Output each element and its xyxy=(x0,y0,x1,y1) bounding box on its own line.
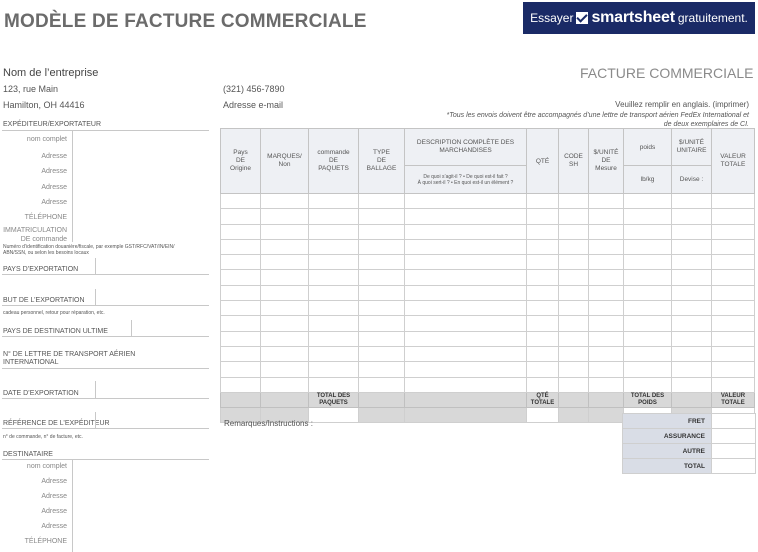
page-title: MODÈLE DE FACTURE COMMERCIALE xyxy=(4,11,367,32)
total-packages-label: TOTAL DES PAQUETS xyxy=(308,391,359,409)
fill-note: Veuillez remplir en anglais. (imprimer) xyxy=(615,100,749,109)
recipient-address-label: Adresse xyxy=(41,508,67,515)
table-row[interactable] xyxy=(220,361,755,378)
total-packages-value[interactable] xyxy=(308,407,359,424)
col-weight-header: poids xyxy=(623,128,672,166)
exporter-address-label: Adresse xyxy=(41,168,67,175)
other-label: AUTRE xyxy=(622,443,712,459)
table-row[interactable] xyxy=(220,254,755,271)
total-value-label: VALEUR TOTALE xyxy=(711,391,755,409)
table-row[interactable] xyxy=(220,330,755,347)
weight-unit: lb/kg xyxy=(623,165,672,194)
freight-label: FRET xyxy=(622,413,712,429)
col-origin-header: Pays DE Origine xyxy=(220,128,261,194)
col-packing-header: TYPE DE BALLAGE xyxy=(358,128,405,194)
col-description-header: DESCRIPTION COMPLÈTE DES MARCHANDISES xyxy=(404,128,527,166)
remarks-label: Remarques/Instructions : xyxy=(224,419,313,428)
table-row[interactable] xyxy=(220,345,755,363)
export-date-label: DATE D’EXPORTATION xyxy=(3,390,79,397)
exporter-address-label: Adresse xyxy=(41,184,67,191)
table-row[interactable] xyxy=(220,238,755,256)
currency-label: Devise : xyxy=(671,165,712,194)
registration-line1: IMMATRICULATION xyxy=(3,227,67,234)
col-hs-code-header: CODE SH xyxy=(558,128,589,194)
airway-bill-line2: INTERNATIONAL xyxy=(3,359,59,366)
table-row[interactable] xyxy=(220,300,755,317)
company-name[interactable]: Nom de l’entreprise xyxy=(3,67,98,79)
id-note: Numéro d’identification douanière/fiscal… xyxy=(3,244,208,256)
export-purpose-label: BUT DE L’EXPORTATION xyxy=(3,297,85,304)
exporter-section-title: EXPÉDITEUR/EXPORTATEUR xyxy=(3,121,102,128)
table-row[interactable] xyxy=(220,208,755,225)
table-row[interactable] xyxy=(220,284,755,302)
smartsheet-check-icon xyxy=(576,12,589,24)
total-qty-label: QTÉ TOTALE xyxy=(526,391,559,409)
recipient-fullname-label: nom complet xyxy=(26,463,67,470)
col-marks-header: MARQUES/ Non xyxy=(260,128,309,194)
invoice-title: FACTURE COMMERCIALE xyxy=(580,65,754,81)
table-row[interactable] xyxy=(220,192,755,210)
table-row[interactable] xyxy=(220,269,755,286)
freight-value[interactable] xyxy=(711,413,756,429)
airway-bill-line1: N° DE LETTRE DE TRANSPORT AÉRIEN xyxy=(3,351,136,358)
smartsheet-banner[interactable]: Essayer smartsheet gratuitement. xyxy=(523,2,755,34)
recipient-section-title: DESTINATAIRE xyxy=(3,451,53,458)
description-hint: De quoi s’agit-il ? • De quoi est-il fai… xyxy=(404,165,527,194)
grand-total-value[interactable] xyxy=(711,458,756,474)
goods-table: Pays DE Origine MARQUES/ Non commande DE… xyxy=(220,128,755,424)
id-note-line2: ABN/SSN, ou selon les besoins locaux xyxy=(3,250,89,256)
table-row[interactable] xyxy=(220,315,755,332)
company-email[interactable]: Adresse e-mail xyxy=(223,100,283,110)
other-value[interactable] xyxy=(711,443,756,459)
recipient-address-label: Adresse xyxy=(41,478,67,485)
registration-line2: DE commande xyxy=(20,236,67,243)
totals-label-row: TOTAL DES PAQUETS QTÉ TOTALE TOTAL DES P… xyxy=(220,391,755,409)
col-total-value-header: VALEUR TOTALE xyxy=(711,128,755,194)
fedex-notice: *Tous les envois doivent être accompagné… xyxy=(447,111,749,129)
banner-try-text: Essayer xyxy=(530,11,574,25)
table-row[interactable] xyxy=(220,223,755,240)
destination-country-label: PAYS DE DESTINATION ULTIME xyxy=(3,328,108,335)
total-weight-label: TOTAL DES POIDS xyxy=(623,391,672,409)
shipper-reference-label: RÉFÉRENCE DE L’EXPÉDITEUR xyxy=(3,420,110,427)
summary-table: FRET ASSURANCE AUTRE TOTAL xyxy=(622,413,756,474)
recipient-phone-label: TÉLÉPHONE xyxy=(24,538,67,545)
table-row[interactable] xyxy=(220,376,755,393)
exporter-registration-label: IMMATRICULATION DE commande xyxy=(3,226,67,244)
company-city[interactable]: Hamilton, OH 44416 xyxy=(3,100,85,110)
insurance-label: ASSURANCE xyxy=(622,428,712,444)
banner-free-text: gratuitement. xyxy=(677,11,748,25)
col-unit-value-header: $/UNITÉ UNITAIRE xyxy=(671,128,712,166)
company-address[interactable]: 123, rue Main xyxy=(3,84,58,94)
insurance-value[interactable] xyxy=(711,428,756,444)
export-country-label: PAYS D’EXPORTATION xyxy=(3,266,79,273)
fedex-notice-line1: *Tous les envois doivent être accompagné… xyxy=(446,112,749,119)
airway-bill-label: N° DE LETTRE DE TRANSPORT AÉRIEN INTERNA… xyxy=(3,351,135,367)
recipient-address-label: Adresse xyxy=(41,493,67,500)
export-purpose-note: cadeau personnel, retour pour réparation… xyxy=(3,310,105,316)
recipient-address-label: Adresse xyxy=(41,523,67,530)
col-packages-header: commande DE PAQUETS xyxy=(308,128,359,194)
col-measure-header: $/UNITÉ DE Mesure xyxy=(588,128,624,194)
exporter-address-label: Adresse xyxy=(41,199,67,206)
company-phone[interactable]: (321) 456-7890 xyxy=(223,84,285,94)
grand-total-label: TOTAL xyxy=(622,458,712,474)
total-qty-value[interactable] xyxy=(526,407,559,424)
shipper-reference-note: n° de commande, n° de facture, etc. xyxy=(3,434,83,440)
banner-brand-text: smartsheet xyxy=(591,9,675,26)
exporter-fullname-label: nom complet xyxy=(26,136,67,143)
col-qty-header: QTÉ xyxy=(526,128,559,194)
exporter-phone-label: TÉLÉPHONE xyxy=(24,214,67,221)
exporter-address-label: Adresse xyxy=(41,153,67,160)
